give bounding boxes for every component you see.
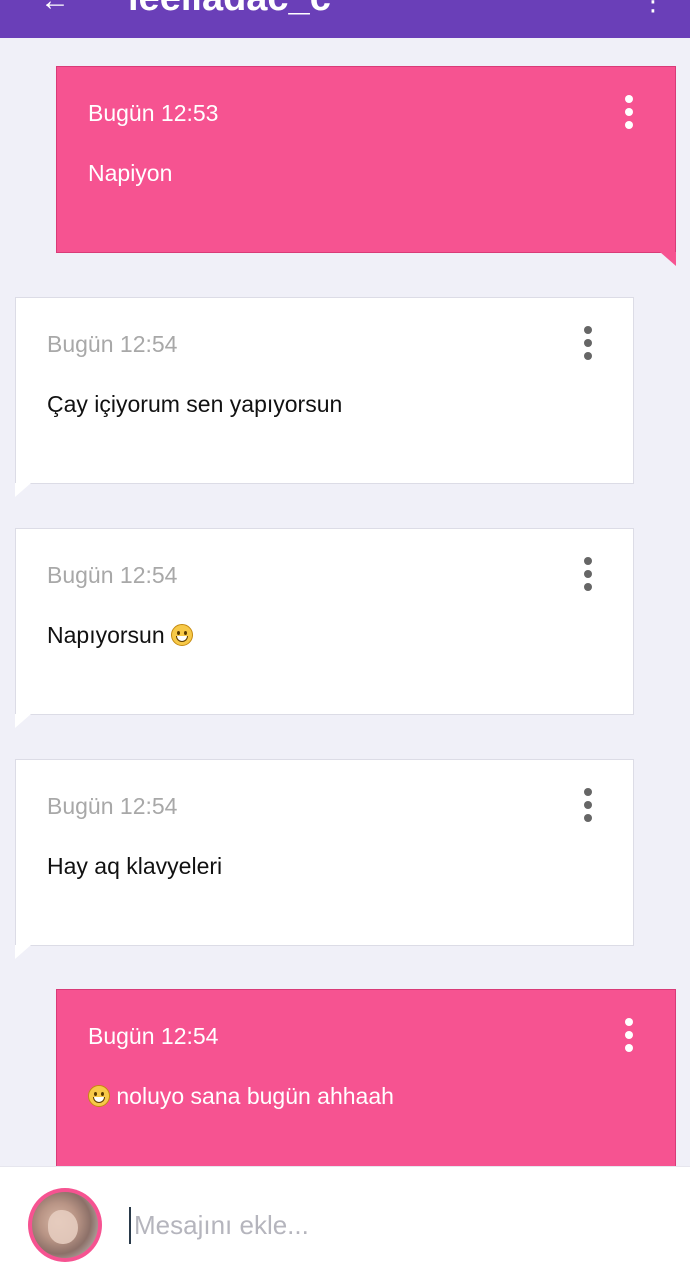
message-bubble-incoming[interactable]: Bugün 12:54 Napıyorsun bbox=[15, 528, 634, 728]
message-timestamp: Bugün 12:54 bbox=[47, 562, 178, 588]
back-arrow-icon[interactable]: ← bbox=[40, 0, 70, 16]
message-input[interactable] bbox=[134, 1205, 654, 1245]
more-vertical-icon[interactable]: ⋮ bbox=[640, 0, 666, 14]
message-timestamp: Bugün 12:53 bbox=[88, 100, 219, 126]
message-text: Hay aq klavyeleri bbox=[47, 853, 223, 879]
message-composer bbox=[0, 1166, 690, 1284]
message-bubble-outgoing[interactable]: Bugün 12:54 noluyo sana bugün ahhaah bbox=[56, 989, 676, 1189]
message-bubble-outgoing[interactable]: Bugün 12:53 Napiyon bbox=[56, 66, 676, 266]
message-text: Napiyon bbox=[88, 160, 173, 186]
avatar-photo bbox=[32, 1192, 98, 1258]
message-bubble-incoming[interactable]: Bugün 12:54 Hay aq klavyeleri bbox=[15, 759, 634, 959]
message-menu-icon[interactable] bbox=[583, 326, 593, 360]
message-timestamp: Bugün 12:54 bbox=[47, 793, 178, 819]
message-timestamp: Bugün 12:54 bbox=[47, 331, 178, 357]
message-menu-icon[interactable] bbox=[624, 1018, 634, 1052]
text-cursor bbox=[129, 1207, 131, 1244]
user-avatar[interactable] bbox=[28, 1188, 102, 1262]
bubble-tail bbox=[15, 714, 31, 728]
message-timestamp: Bugün 12:54 bbox=[88, 1023, 219, 1049]
bubble-tail bbox=[15, 945, 31, 959]
bubble-tail bbox=[660, 252, 676, 266]
message-bubble-incoming[interactable]: Bugün 12:54 Çay içiyorum sen yapıyorsun bbox=[15, 297, 634, 497]
app-header: ← leeiladac_c ⋮ bbox=[0, 0, 690, 38]
message-menu-icon[interactable] bbox=[624, 95, 634, 129]
message-text: Çay içiyorum sen yapıyorsun bbox=[47, 391, 343, 417]
bubble-tail bbox=[15, 483, 31, 497]
message-menu-icon[interactable] bbox=[583, 557, 593, 591]
grinning-face-emoji-icon bbox=[171, 624, 194, 646]
message-text: Napıyorsun bbox=[47, 622, 194, 648]
grinning-face-emoji-icon bbox=[88, 1085, 110, 1107]
message-text: noluyo sana bugün ahhaah bbox=[88, 1083, 394, 1109]
chat-title[interactable]: leeiladac_c bbox=[128, 0, 331, 18]
message-menu-icon[interactable] bbox=[583, 788, 593, 822]
